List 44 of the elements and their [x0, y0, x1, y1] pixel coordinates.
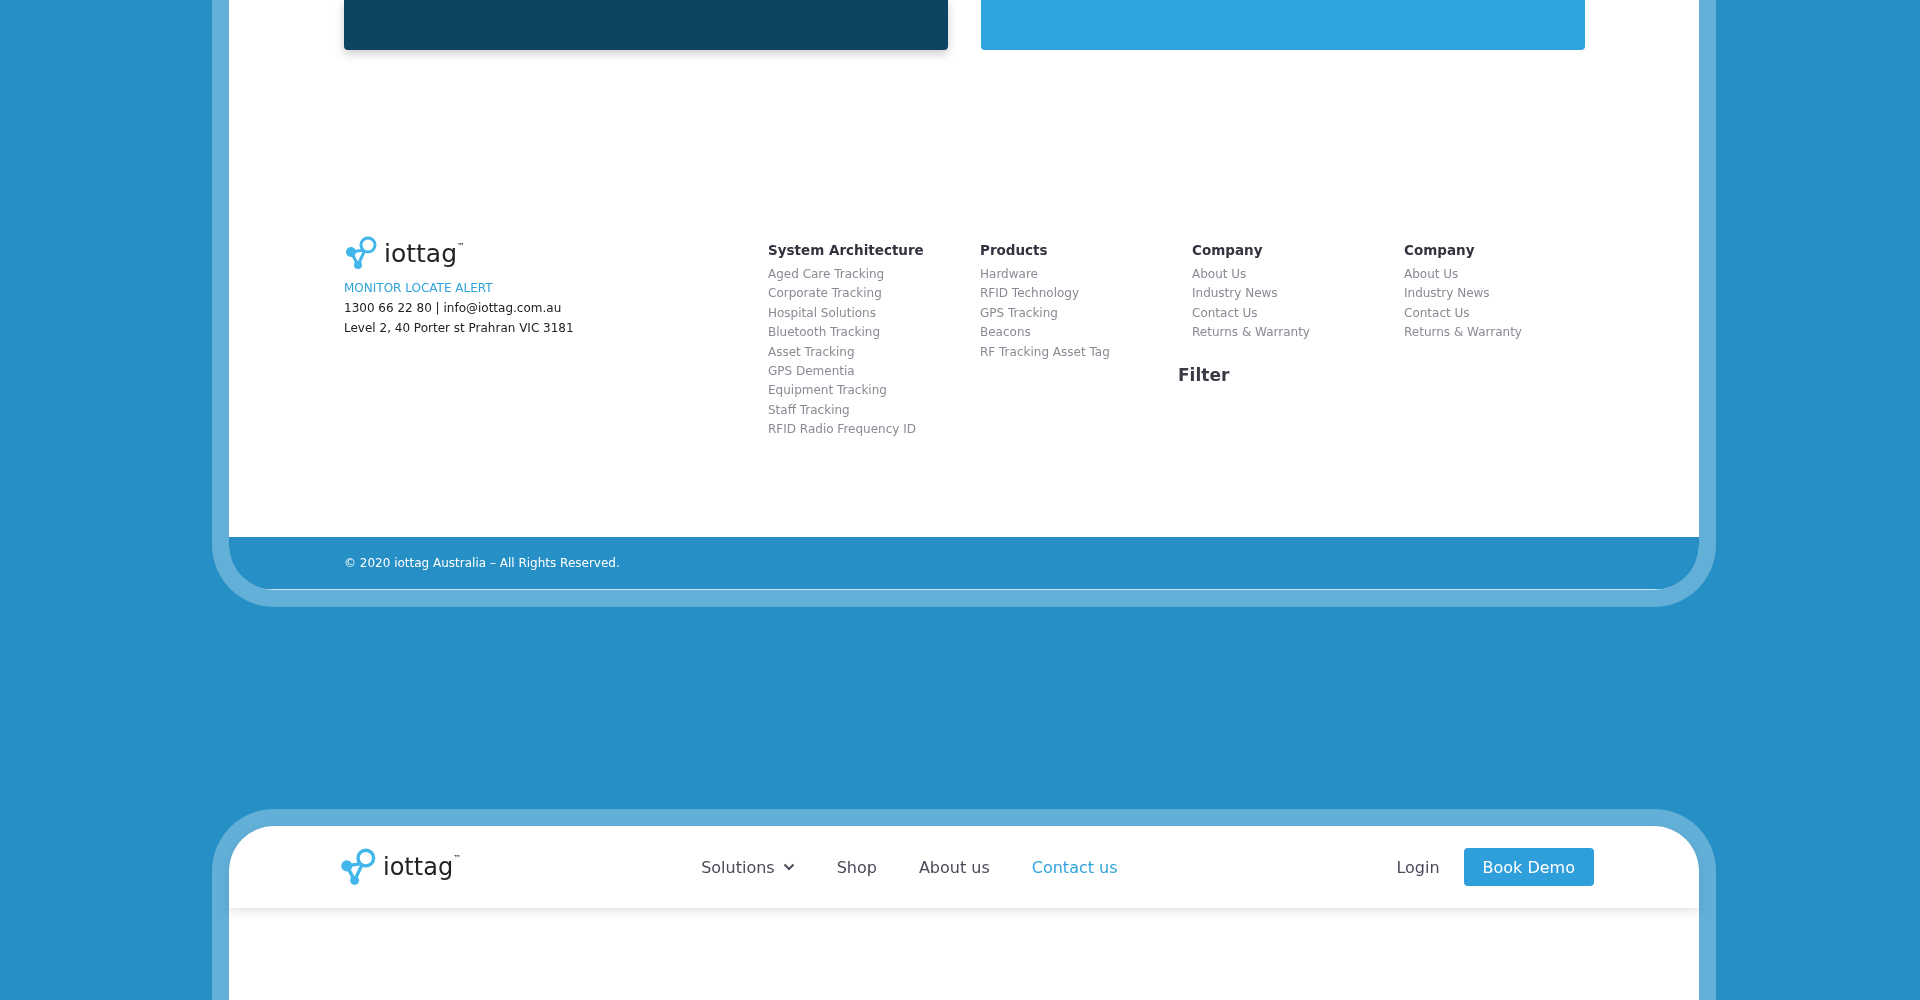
address: Level 2, 40 Porter st Prahran VIC 3181: [344, 321, 575, 335]
login-link[interactable]: Login: [1396, 857, 1440, 877]
footer-link[interactable]: About Us: [1404, 265, 1459, 285]
footer-link[interactable]: Industry News: [1404, 284, 1490, 304]
logo-icon: [344, 236, 378, 270]
nav-link[interactable]: Shop: [836, 857, 877, 877]
footer-link[interactable]: RF Tracking Asset Tag: [980, 342, 1110, 363]
footer-link[interactable]: Staff Tracking: [768, 400, 850, 421]
footer-link[interactable]: Equipment Tracking: [768, 381, 887, 401]
book-demo-button[interactable]: Book Demo: [1463, 848, 1594, 886]
nav-link[interactable]: Solutions: [701, 857, 795, 877]
filter-heading: Filter: [1178, 364, 1230, 385]
column-heading: Company: [1192, 242, 1263, 258]
footer-link[interactable]: Returns & Warranty: [1404, 323, 1522, 343]
footer-link[interactable]: Industry News: [1192, 284, 1278, 304]
footer-link[interactable]: Hospital Solutions: [768, 303, 876, 324]
column-heading: Products: [980, 242, 1048, 258]
trademark-sign: ™: [457, 242, 466, 251]
footer-link[interactable]: Returns & Warranty: [1192, 323, 1310, 343]
footer-link[interactable]: GPS Dementia: [768, 362, 855, 382]
footer-link[interactable]: Contact Us: [1404, 303, 1470, 324]
nav-link[interactable]: About us: [918, 857, 990, 877]
tagline: MONITOR LOCATE ALERT: [344, 281, 494, 295]
footer-link[interactable]: Hardware: [980, 265, 1038, 285]
brand-name: iottag: [383, 853, 454, 881]
footer-link[interactable]: Asset Tracking: [768, 342, 855, 363]
footer-link[interactable]: RFID Radio Frequency ID: [768, 420, 916, 440]
brand-name: iottag: [384, 238, 458, 268]
chevron-down-icon: [782, 863, 795, 871]
footer-link[interactable]: Bluetooth Tracking: [768, 323, 881, 343]
column-heading: Company: [1404, 242, 1475, 258]
logo-icon: [339, 848, 377, 886]
footer-link[interactable]: GPS Tracking: [980, 303, 1058, 324]
footer-link[interactable]: Corporate Tracking: [768, 284, 882, 304]
column-heading: System Architecture: [768, 242, 924, 258]
footer-link[interactable]: Aged Care Tracking: [768, 265, 885, 285]
nav-link[interactable]: Contact us: [1031, 857, 1118, 877]
copyright-text: © 2020 iottag Australia – All Rights Reserved.: [344, 556, 620, 570]
footer-link[interactable]: Contact Us: [1192, 303, 1258, 324]
contact-details: 1300 66 22 80 | info@iottag.com.au: [344, 301, 563, 315]
footer-link[interactable]: Beacons: [980, 323, 1031, 343]
footer-link[interactable]: RFID Technology: [980, 284, 1080, 304]
footer-link[interactable]: About Us: [1192, 265, 1247, 285]
trademark-sign: ™: [453, 854, 462, 863]
